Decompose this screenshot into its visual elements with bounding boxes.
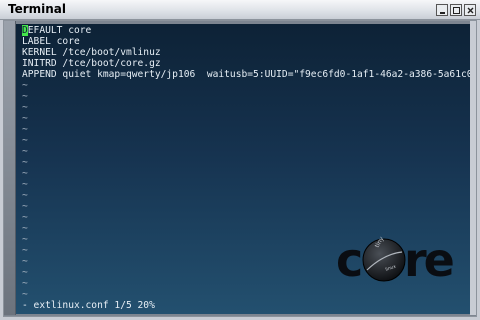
empty-line-tilde: ~ bbox=[22, 201, 28, 212]
maximize-icon bbox=[453, 7, 460, 14]
empty-line-tilde: ~ bbox=[22, 113, 28, 124]
empty-line-tilde: ~ bbox=[22, 190, 28, 201]
editor-line: LABEL core bbox=[22, 36, 80, 47]
maximize-button[interactable] bbox=[450, 4, 462, 16]
editor-line: DEFAULT core bbox=[22, 25, 470, 36]
tinycore-logo: c tiny linux re bbox=[336, 233, 456, 287]
svg-text:re: re bbox=[404, 233, 453, 287]
editor-line: APPEND quiet kmap=qwerty/jp106 waitusb=5… bbox=[22, 69, 470, 80]
empty-line-tilde: ~ bbox=[22, 146, 28, 157]
empty-line-tilde: ~ bbox=[22, 91, 28, 102]
minimize-button[interactable] bbox=[436, 4, 448, 16]
empty-line-tilde: ~ bbox=[22, 80, 28, 91]
empty-line-tilde: ~ bbox=[22, 179, 28, 190]
window-controls bbox=[436, 4, 476, 16]
title-bar[interactable]: Terminal bbox=[0, 0, 480, 20]
left-gutter bbox=[4, 21, 16, 315]
terminal-area[interactable]: DEFAULT core LABEL core KERNEL /tce/boot… bbox=[16, 24, 470, 314]
scrollbar[interactable] bbox=[470, 21, 476, 315]
close-icon bbox=[467, 7, 474, 14]
empty-line-tilde: ~ bbox=[22, 212, 28, 223]
terminal-window: Terminal DEFAULT core LABEL core KERNEL … bbox=[0, 0, 480, 320]
line-text: EFAULT core bbox=[27, 25, 92, 36]
editor-line: KERNEL /tce/boot/vmlinuz bbox=[22, 47, 161, 58]
empty-line-tilde: ~ bbox=[22, 102, 28, 113]
editor-line: INITRD /tce/boot/core.gz bbox=[22, 58, 161, 69]
minimize-icon bbox=[440, 12, 445, 14]
svg-text:c: c bbox=[336, 233, 361, 287]
empty-line-tilde: ~ bbox=[22, 124, 28, 135]
empty-line-tilde: ~ bbox=[22, 157, 28, 168]
empty-line-tilde: ~ bbox=[22, 135, 28, 146]
close-button[interactable] bbox=[464, 4, 476, 16]
status-line: - extlinux.conf 1/5 20% bbox=[22, 300, 155, 311]
window-title: Terminal bbox=[8, 2, 67, 16]
empty-line-tilde: ~ bbox=[22, 168, 28, 179]
